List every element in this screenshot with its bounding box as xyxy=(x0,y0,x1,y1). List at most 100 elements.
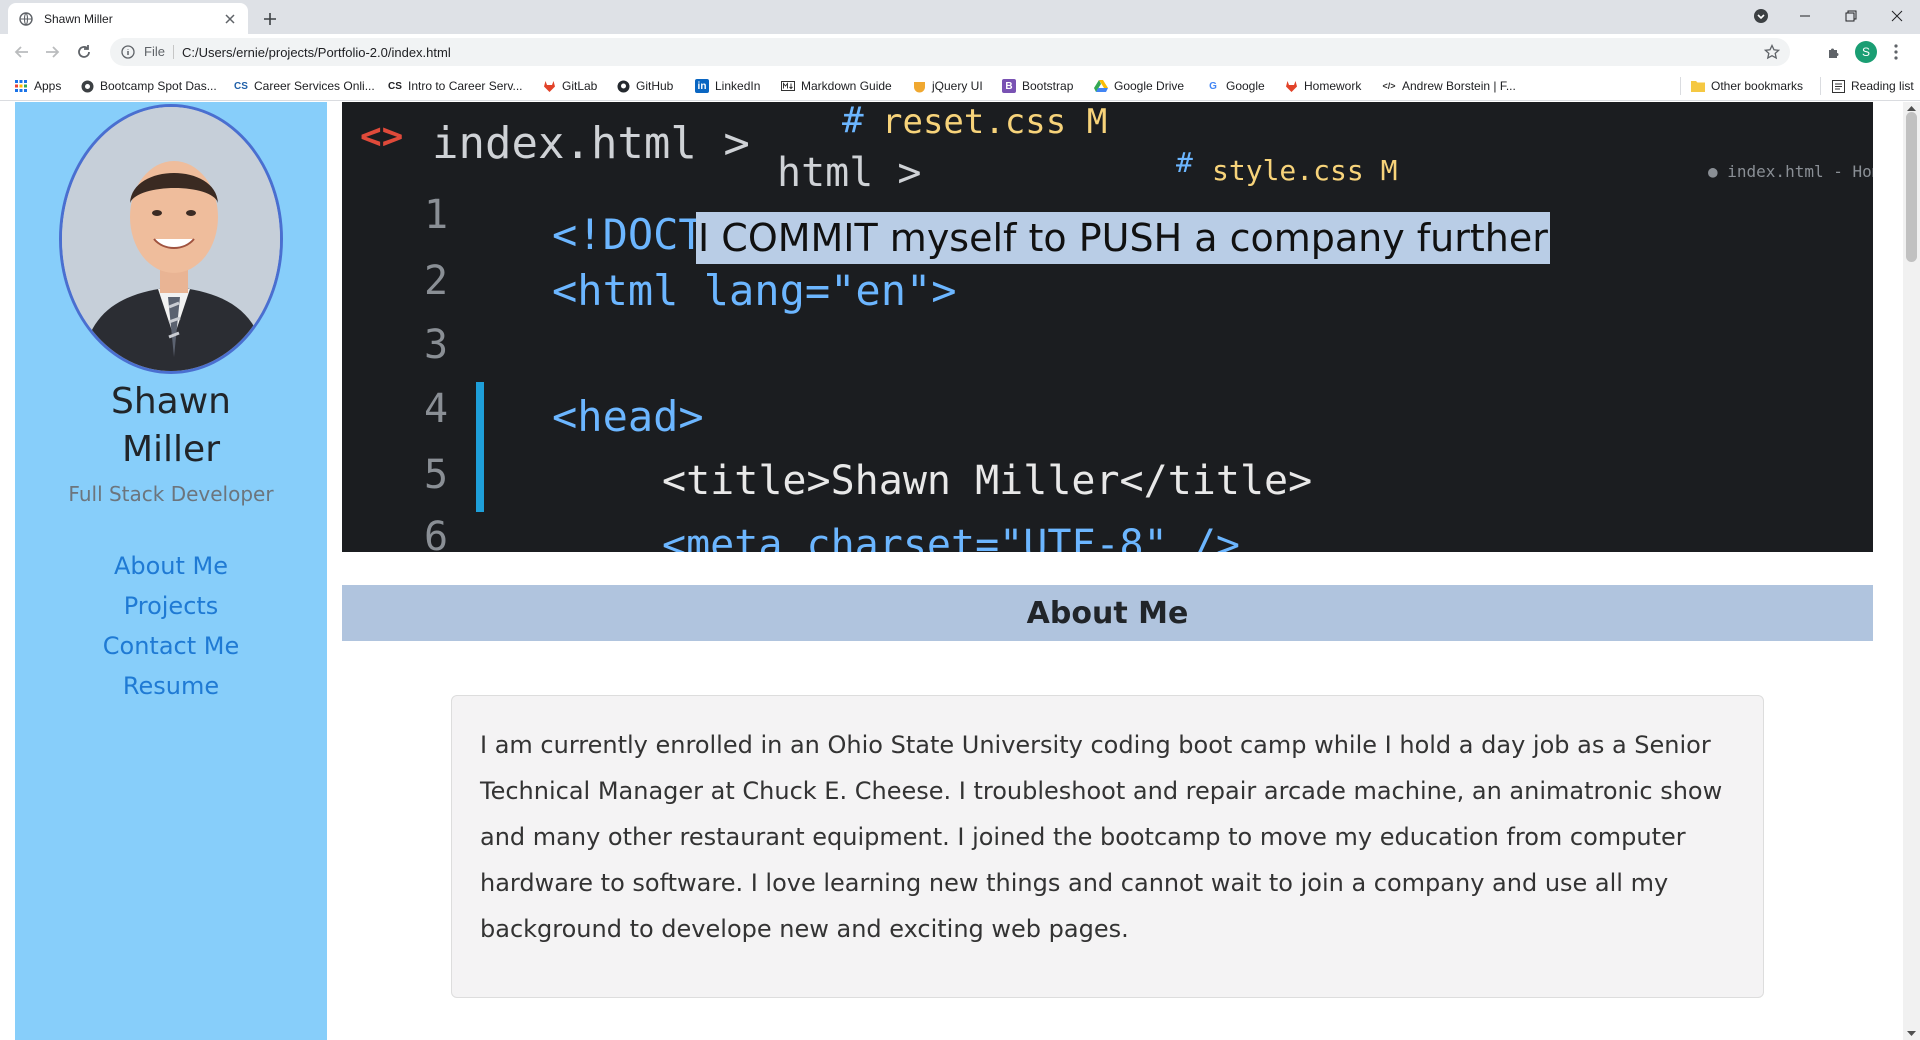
bookmark-label: GitLab xyxy=(562,79,598,93)
bookmark-label: Career Services Onli... xyxy=(254,79,375,93)
close-tab-icon[interactable] xyxy=(222,11,238,27)
bookmark-label: Andrew Borstein | F... xyxy=(1402,79,1516,93)
google-icon: G xyxy=(1209,80,1217,92)
bookmark-bootstrap[interactable]: B Bootstrap xyxy=(1002,77,1073,95)
cs-icon: CS xyxy=(388,80,402,92)
new-tab-icon[interactable] xyxy=(258,7,282,31)
hero-tab-reset: reset.css M xyxy=(882,102,1108,142)
address-bar[interactable]: File C:/Users/ernie/projects/Portfolio-2… xyxy=(110,38,1790,66)
bookmark-label: Bootstrap xyxy=(1022,79,1074,93)
nav-link-contact-me[interactable]: Contact Me xyxy=(15,626,327,666)
bookmark-label: Markdown Guide xyxy=(801,79,892,93)
bookmark-intro-career[interactable]: CS Intro to Career Serv... xyxy=(388,77,523,95)
code-icon: </> xyxy=(1382,81,1396,91)
bootcamp-icon xyxy=(80,79,94,93)
hero-line-num-6: 6 xyxy=(424,514,449,552)
sidebar: Shawn Miller Full Stack Developer About … xyxy=(15,102,327,1040)
bookmark-label: Google xyxy=(1226,79,1265,93)
hero-line-num-1: 1 xyxy=(424,192,449,238)
hero-hash-2: # xyxy=(1176,146,1193,179)
cs-icon: CS xyxy=(234,80,248,92)
google-drive-icon xyxy=(1094,79,1108,93)
bookmark-other[interactable]: Other bookmarks xyxy=(1680,77,1803,95)
bookmark-star-icon[interactable] xyxy=(1763,43,1781,60)
minimize-icon[interactable] xyxy=(1782,0,1828,32)
hero-html-chevron-icon: <> xyxy=(360,116,404,157)
hero-quote: I COMMIT myself to PUSH a company furthe… xyxy=(696,212,1550,264)
url-text[interactable]: C:/Users/ernie/projects/Portfolio-2.0/in… xyxy=(182,45,451,60)
hero-hash: # xyxy=(842,102,864,141)
bookmark-homework[interactable]: Homework xyxy=(1284,77,1361,95)
bookmark-career-services[interactable]: CS Career Services Onli... xyxy=(234,77,375,95)
hero-code-background: # reset.css M # style.css M ● index.html… xyxy=(342,102,1873,552)
bookmark-markdown[interactable]: Markdown Guide xyxy=(781,77,892,95)
hero-line-2: <html lang="en"> xyxy=(552,266,957,315)
bookmark-google[interactable]: G Google xyxy=(1206,77,1265,95)
browser-tab[interactable]: Shawn Miller xyxy=(8,3,248,34)
browser-toolbar: File C:/Users/ernie/projects/Portfolio-2… xyxy=(0,34,1920,70)
about-me-heading: About Me xyxy=(342,585,1873,641)
hero-line-num-4: 4 xyxy=(424,386,449,432)
tab-search-icon[interactable] xyxy=(1738,0,1784,32)
profile-name: Shawn Miller xyxy=(15,378,327,474)
close-window-icon[interactable] xyxy=(1874,0,1920,32)
tab-strip: Shawn Miller xyxy=(0,0,1920,34)
about-me-card: I am currently enrolled in an Ohio State… xyxy=(451,695,1764,998)
forward-arrow-icon[interactable] xyxy=(40,40,64,64)
nav-link-resume[interactable]: Resume xyxy=(15,666,327,706)
profile-avatar[interactable]: S xyxy=(1854,40,1878,64)
profile-initial: S xyxy=(1855,41,1877,63)
hero-tab-style: style.css M xyxy=(1212,154,1398,187)
scroll-down-arrow-icon[interactable] xyxy=(1907,1029,1916,1038)
extensions-puzzle-icon[interactable] xyxy=(1822,40,1846,64)
profile-role: Full Stack Developer xyxy=(68,482,274,506)
bookmark-label: Google Drive xyxy=(1114,79,1185,93)
hero-git-gutter xyxy=(476,382,484,512)
apps-grid-icon xyxy=(14,79,28,93)
bookmark-github[interactable]: GitHub xyxy=(616,77,673,95)
gitlab-icon xyxy=(1284,79,1298,93)
hero-line-5: <title>Shawn Miller</title> xyxy=(662,458,1313,504)
bookmark-apps[interactable]: Apps xyxy=(14,77,61,95)
about-me-text: I am currently enrolled in an Ohio State… xyxy=(480,731,1723,943)
tab-title: Shawn Miller xyxy=(44,11,113,26)
bookmark-label: Apps xyxy=(34,79,62,93)
info-icon[interactable] xyxy=(120,44,136,60)
bookmark-label: Bootcamp Spot Das... xyxy=(100,79,217,93)
globe-icon xyxy=(18,11,34,27)
bookmark-label: GitHub xyxy=(636,79,674,93)
profile-photo xyxy=(59,104,283,374)
linkedin-icon: in xyxy=(695,79,709,93)
restore-icon[interactable] xyxy=(1828,0,1874,32)
back-arrow-icon[interactable] xyxy=(10,40,34,64)
bookmark-linkedin[interactable]: in LinkedIn xyxy=(695,77,760,95)
page-scrollbar[interactable] xyxy=(1903,102,1920,1040)
hero-crumb: index.html > xyxy=(432,118,750,169)
profile-name-text: Shawn Miller xyxy=(111,381,231,470)
bookmark-label: Intro to Career Serv... xyxy=(408,79,523,93)
bookmark-gitlab[interactable]: GitLab xyxy=(542,77,597,95)
github-icon xyxy=(616,79,630,93)
nav-link-about-me[interactable]: About Me xyxy=(15,546,327,586)
sidebar-nav: About Me Projects Contact Me Resume xyxy=(15,546,327,706)
bookmarks-bar: Apps Bootcamp Spot Das... CS Career Serv… xyxy=(0,70,1920,101)
reload-icon[interactable] xyxy=(72,40,96,64)
reading-list-icon xyxy=(1831,79,1845,93)
bookmark-google-drive[interactable]: Google Drive xyxy=(1094,77,1184,95)
bookmark-bootcamp[interactable]: Bootcamp Spot Das... xyxy=(80,77,217,95)
bookmark-label: LinkedIn xyxy=(715,79,761,93)
bookmark-jquery-ui[interactable]: jQuery UI xyxy=(912,77,983,95)
gitlab-icon xyxy=(542,79,556,93)
scheme-label: File xyxy=(144,45,174,59)
nav-link-projects[interactable]: Projects xyxy=(15,586,327,626)
hero-line-num-3: 3 xyxy=(424,322,449,368)
hero-line-num-2: 2 xyxy=(424,258,449,304)
hero-right-tab: ● index.html - Home xyxy=(1708,162,1873,181)
bootstrap-icon: B xyxy=(1002,79,1016,93)
hero-banner: # reset.css M # style.css M ● index.html… xyxy=(342,102,1873,552)
reading-list[interactable]: Reading list xyxy=(1820,77,1914,95)
bookmark-andrew-borstein[interactable]: </> Andrew Borstein | F... xyxy=(1382,77,1516,95)
bookmark-label: Other bookmarks xyxy=(1711,79,1804,93)
kebab-menu-icon[interactable] xyxy=(1884,40,1908,64)
scrollbar-thumb[interactable] xyxy=(1906,112,1917,262)
